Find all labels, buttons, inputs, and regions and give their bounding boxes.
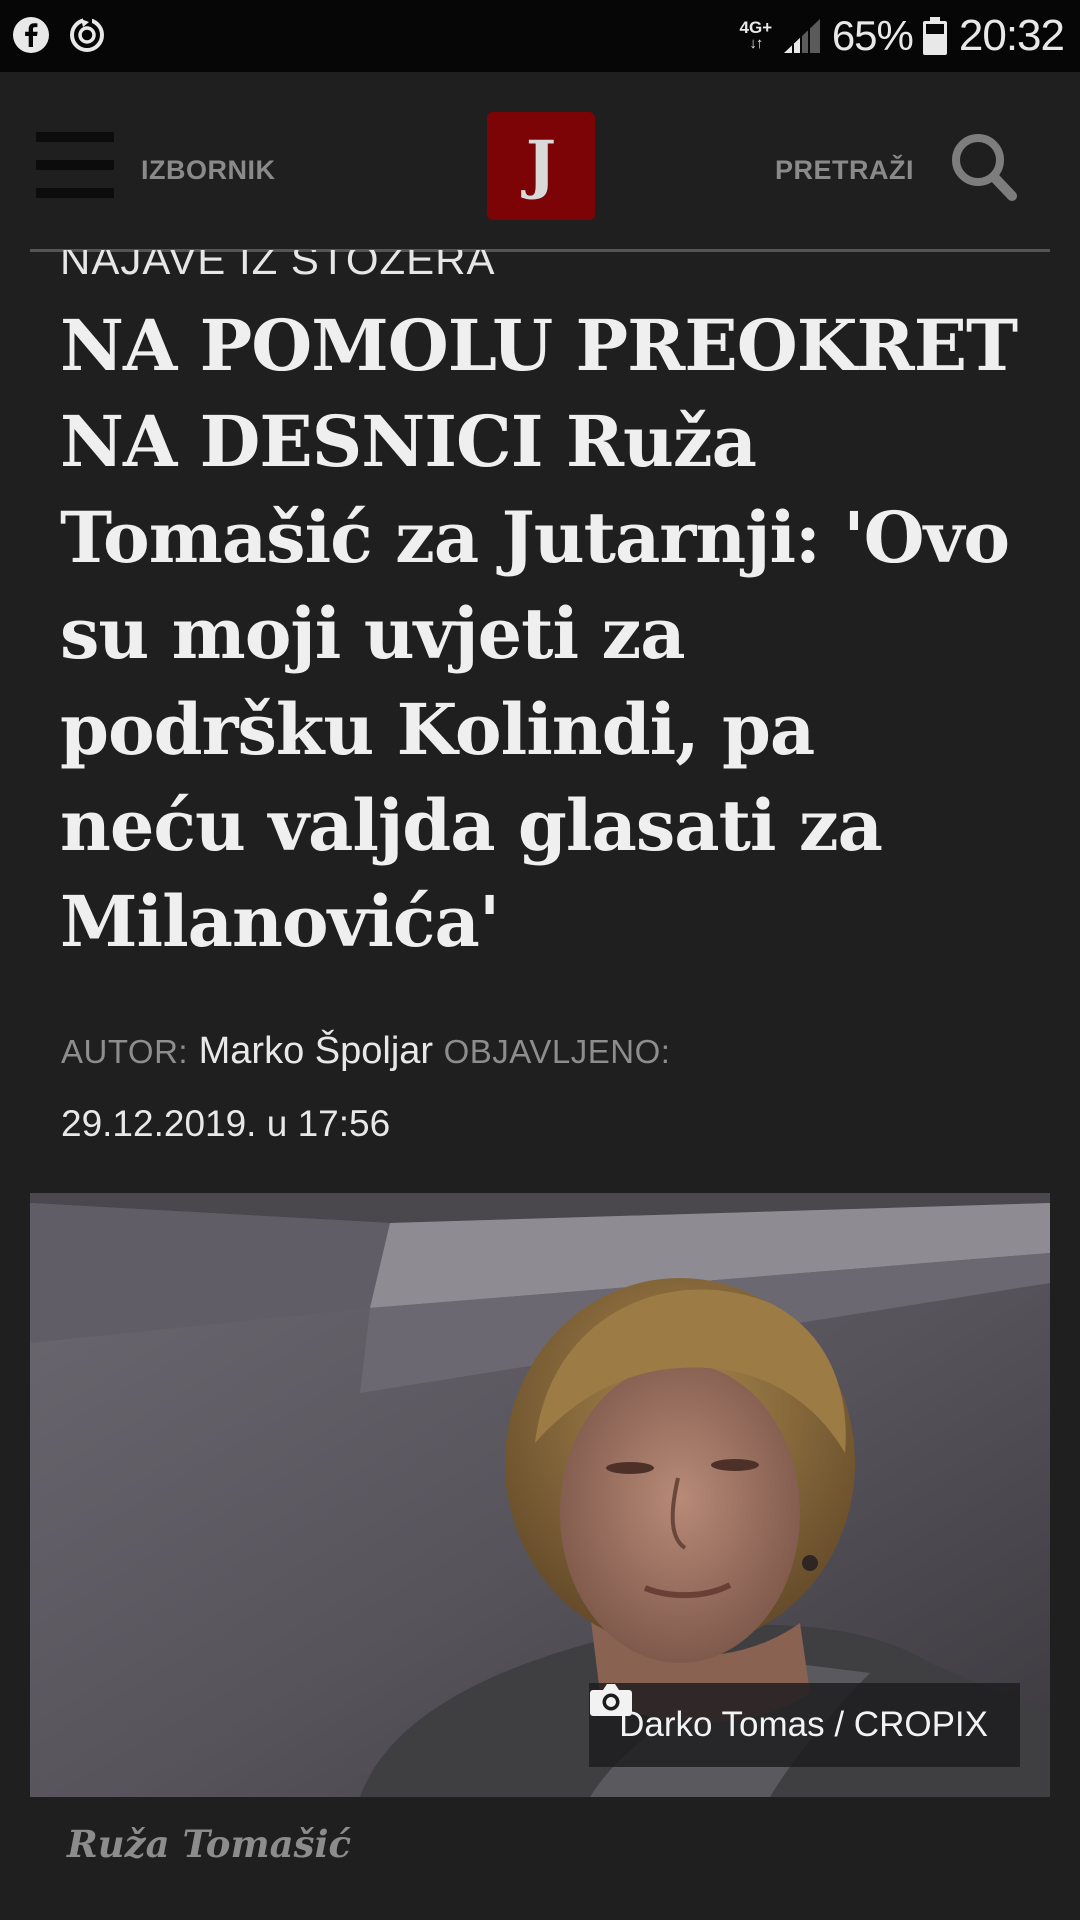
photo-caption: Ruža Tomašić	[67, 1822, 352, 1866]
battery-icon	[922, 17, 947, 55]
published-label: OBJAVLJENO:	[443, 1033, 671, 1070]
app-header: IZBORNIK J PRETRAŽI	[0, 72, 1080, 252]
network-indicator: 4G+ ↓↑	[736, 18, 776, 52]
facebook-icon	[13, 17, 49, 53]
article-kicker-wrap: NAJAVE IZ STOŽERA	[0, 250, 1080, 286]
logo-letter: J	[525, 126, 557, 202]
camera-icon	[590, 1684, 633, 1716]
network-type: 4G+	[739, 18, 773, 37]
sync-icon	[70, 18, 104, 52]
jutarnji-logo[interactable]: J	[487, 112, 595, 220]
battery-percent: 65%	[831, 12, 914, 59]
author-name[interactable]: Marko Špoljar	[199, 1030, 433, 1072]
article-headline: NA POMOLU PREOKRET NA DESNICI Ruža Tomaš…	[60, 304, 1018, 963]
photo-credit[interactable]: Darko Tomas / CROPIX	[589, 1683, 1020, 1767]
article-kicker[interactable]: NAJAVE IZ STOŽERA	[60, 250, 496, 284]
article-meta: AUTOR: Marko Špoljar OBJAVLJENO:	[61, 1030, 670, 1073]
published-date: 29.12.2019. u 17:56	[61, 1103, 391, 1144]
search-icon[interactable]	[950, 132, 1018, 202]
photo-credit-text: Darko Tomas / CROPIX	[619, 1705, 988, 1744]
search-button[interactable]: PRETRAŽI	[775, 155, 914, 186]
menu-button[interactable]: IZBORNIK	[141, 155, 276, 186]
author-label: AUTOR:	[61, 1033, 189, 1070]
status-bar: 4G+ ↓↑ 65% 20:32	[0, 0, 1080, 72]
menu-icon[interactable]	[36, 132, 114, 198]
signal-icon	[783, 19, 820, 54]
article-photo[interactable]: Darko Tomas / CROPIX	[30, 1193, 1050, 1797]
clock: 20:32	[958, 11, 1065, 60]
